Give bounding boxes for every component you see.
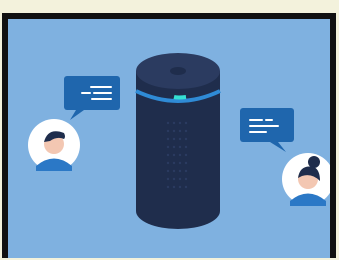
- smart-speaker: [135, 53, 221, 229]
- speaker-top-button: [170, 67, 186, 75]
- smart-speaker-illustration: [28, 53, 330, 229]
- female-avatar: [282, 153, 330, 206]
- speaker-body: [136, 71, 220, 211]
- right-chat-bubble: [240, 108, 294, 152]
- illustration-canvas: [8, 19, 330, 258]
- left-chat-bubble: [64, 76, 120, 120]
- male-avatar: [28, 119, 80, 171]
- speaker-light-ring-highlight: [173, 95, 187, 100]
